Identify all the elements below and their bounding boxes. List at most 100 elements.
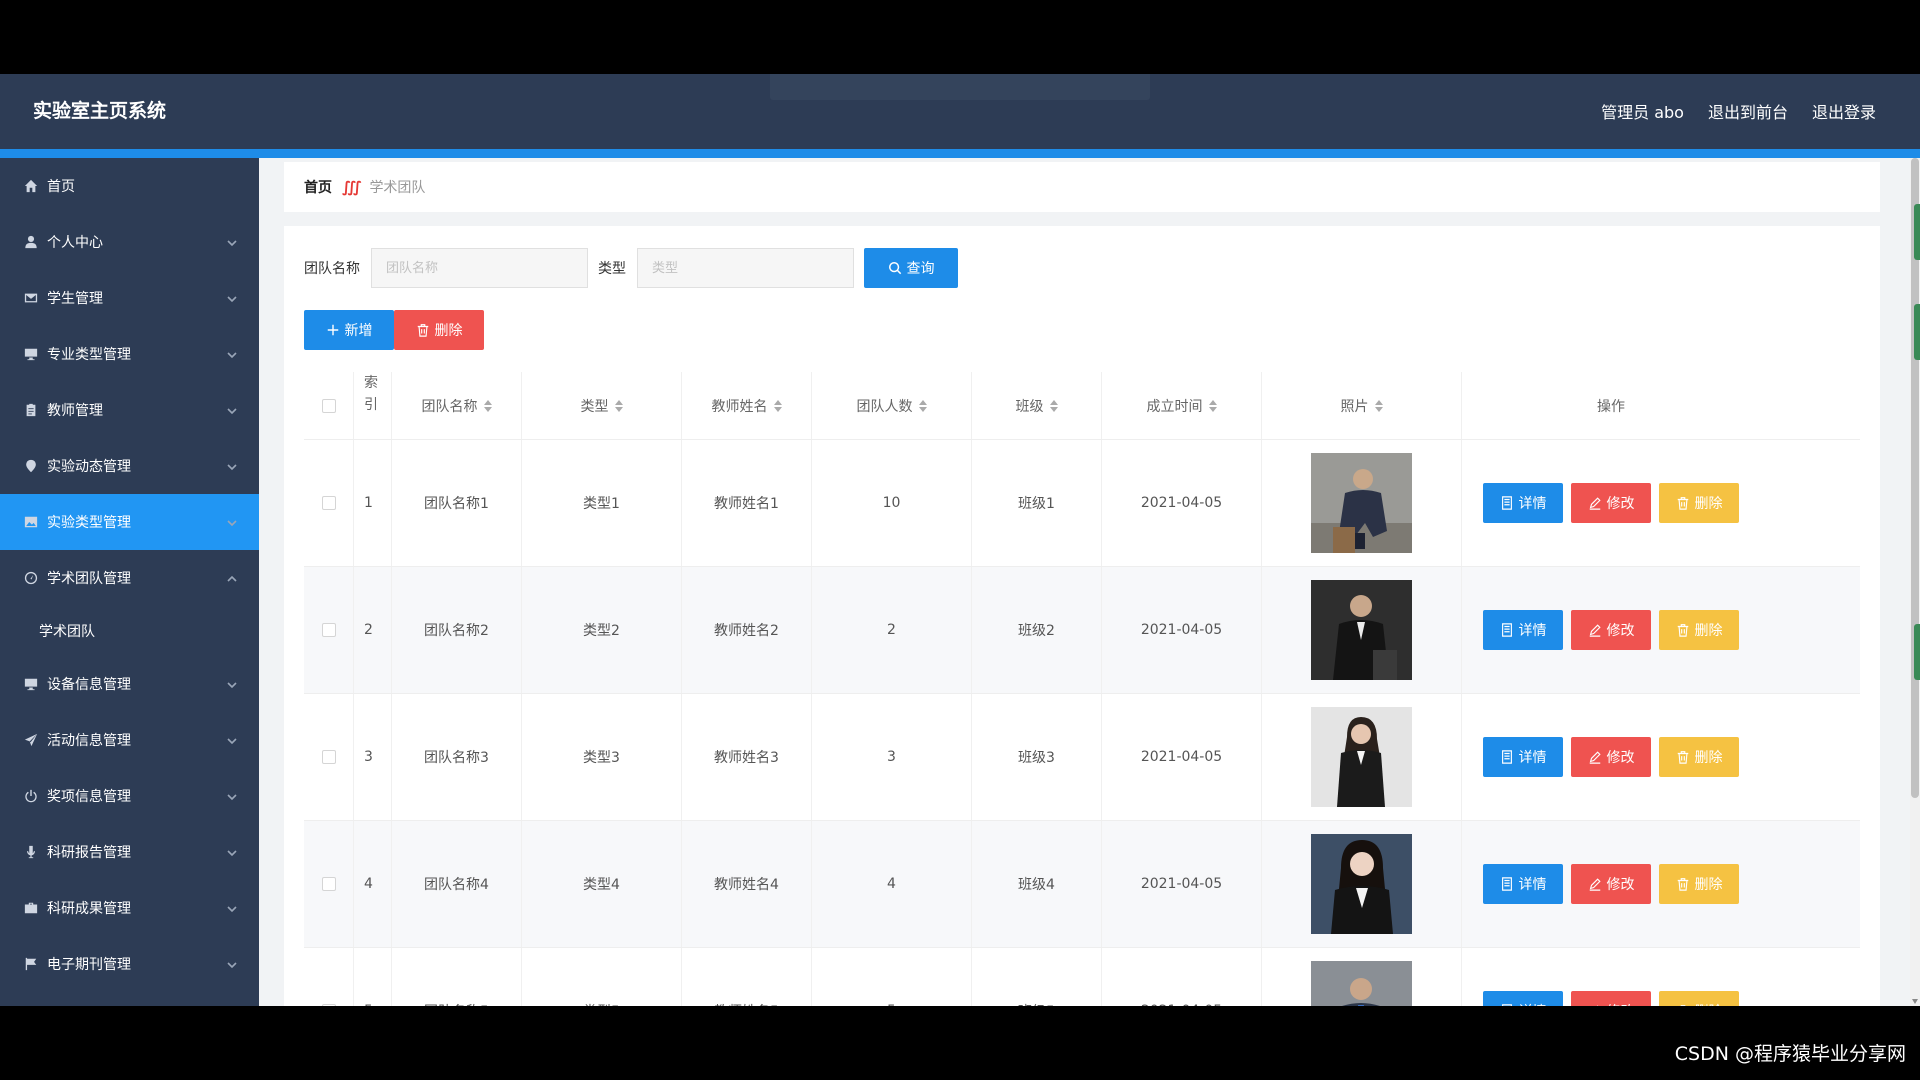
mail-icon [24,291,38,305]
detail-button[interactable]: 详情 [1483,483,1563,523]
edit-button[interactable]: 修改 [1571,610,1651,650]
select-all-checkbox[interactable] [321,398,336,413]
query-button-label: 查询 [906,261,935,277]
detail-button[interactable]: 详情 [1483,610,1563,650]
mic-icon [24,845,38,859]
sort-icon[interactable] [614,399,623,412]
table-row: 5 团队名称5 类型5 教师姓名5 5 班级5 2021-04-05 详情 [304,948,1860,1006]
header-class[interactable]: 班级 [972,372,1102,439]
add-button[interactable]: 新增 [304,310,394,350]
row-checkbox[interactable] [321,750,336,764]
sort-icon[interactable] [918,399,927,412]
sidebar-item-home[interactable]: 首页 [0,158,259,214]
logout-link[interactable]: 退出登录 [1812,99,1876,123]
edit-button[interactable]: 修改 [1571,991,1651,1006]
cell-member-count: 10 [812,440,972,566]
header-actions: 管理员 abo 退出到前台 退出登录 [1601,99,1876,123]
monitor-icon [24,347,38,361]
delete-button[interactable]: 删除 [1659,610,1739,650]
cell-team-name: 团队名称3 [392,694,522,820]
header-teacher[interactable]: 教师姓名 [682,372,812,439]
header-founded-date[interactable]: 成立时间 [1102,372,1262,439]
header-operations: 操作 [1462,372,1760,439]
chevron-down-icon [227,404,237,415]
back-to-front-link[interactable]: 退出到前台 [1708,99,1788,123]
chevron-down-icon [227,348,237,359]
edit-icon [1589,878,1601,891]
row-checkbox[interactable] [321,623,336,637]
sidebar-item-research-reports[interactable]: 科研报告管理 [0,824,259,880]
sidebar-item-journals[interactable]: 电子期刊管理 [0,936,259,992]
gauge-icon [24,571,38,585]
sidebar-item-students[interactable]: 学生管理 [0,270,259,326]
delete-button[interactable]: 删除 [1659,864,1739,904]
sort-icon[interactable] [1374,399,1383,412]
row-checkbox[interactable] [321,877,336,891]
edit-button[interactable]: 修改 [1571,864,1651,904]
header-checkbox-cell [304,372,354,439]
cell-index: 1 [354,440,392,566]
power-icon [24,789,38,803]
edit-button[interactable]: 修改 [1571,483,1651,523]
batch-delete-button[interactable]: 删除 [394,310,484,350]
sidebar-item-academic-teams[interactable]: 学术团队管理 [0,550,259,606]
side-floating-tab[interactable] [1914,624,1920,680]
header-team-name[interactable]: 团队名称 [392,372,522,439]
detail-label: 详情 [1518,877,1547,893]
row-checkbox[interactable] [321,1004,336,1006]
detail-label: 详情 [1518,623,1547,639]
sort-icon[interactable] [773,399,782,412]
header-photo[interactable]: 照片 [1262,372,1462,439]
sidebar-item-equipment[interactable]: 设备信息管理 [0,656,259,712]
sidebar-item-teachers[interactable]: 教师管理 [0,382,259,438]
sort-icon[interactable] [1208,399,1217,412]
chevron-down-icon [227,846,237,857]
edit-button[interactable]: 修改 [1571,737,1651,777]
side-floating-tab[interactable] [1914,304,1920,360]
edit-icon [1596,1005,1598,1006]
detail-button[interactable]: 详情 [1483,864,1563,904]
delete-button[interactable]: 删除 [1659,991,1739,1006]
team-name-input[interactable] [371,248,588,288]
breadcrumb-home[interactable]: 首页 [304,177,332,197]
sort-icon[interactable] [1049,399,1058,412]
delete-label: 删除 [1694,496,1723,512]
header-type[interactable]: 类型 [522,372,682,439]
table-row: 1 团队名称1 类型1 教师姓名1 10 班级1 2021-04-05 详情 修… [304,440,1860,567]
query-button[interactable]: 查询 [864,248,958,288]
delete-button[interactable]: 删除 [1659,483,1739,523]
detail-label: 详情 [1519,1001,1547,1006]
row-checkbox[interactable] [321,496,336,510]
type-input[interactable] [637,248,854,288]
cell-operations: 详情 修改 删除 [1462,948,1760,1006]
sidebar-item-lab-news[interactable]: 实验动态管理 [0,438,259,494]
team-photo [1311,834,1412,934]
document-icon [1501,750,1512,764]
sidebar-item-activities[interactable]: 活动信息管理 [0,712,259,768]
header-member-count[interactable]: 团队人数 [812,372,972,439]
detail-button[interactable]: 详情 [1483,991,1563,1006]
row-checkbox-cell [304,440,354,566]
side-floating-tab[interactable] [1914,204,1920,260]
sidebar-item-label: 专业类型管理 [47,347,131,363]
cell-photo [1262,948,1462,1006]
sort-icon[interactable] [483,399,492,412]
scroll-down-arrow-icon[interactable] [1912,999,1918,1004]
sidebar-subitem-academic-team[interactable]: 学术团队 [0,606,259,656]
page-scrollbar[interactable] [1910,158,1920,1006]
header-index-bottom: 引 [364,397,378,413]
sidebar-item-lab-types[interactable]: 实验类型管理 [0,494,259,550]
table-row: 4 团队名称4 类型4 教师姓名4 4 班级4 2021-04-05 详情 修改… [304,821,1860,948]
sidebar-item-major-types[interactable]: 专业类型管理 [0,326,259,382]
app-title: 实验室主页系统 [33,100,167,122]
sidebar-item-awards[interactable]: 奖项信息管理 [0,768,259,824]
detail-button[interactable]: 详情 [1483,737,1563,777]
delete-button[interactable]: 删除 [1659,737,1739,777]
trash-icon [1677,751,1688,764]
cell-type: 类型5 [522,948,682,1006]
sidebar-item-personal[interactable]: 个人中心 [0,214,259,270]
cell-team-name: 团队名称1 [392,440,522,566]
cell-photo [1262,440,1462,566]
send-icon [24,733,38,747]
sidebar-item-research-results[interactable]: 科研成果管理 [0,880,259,936]
